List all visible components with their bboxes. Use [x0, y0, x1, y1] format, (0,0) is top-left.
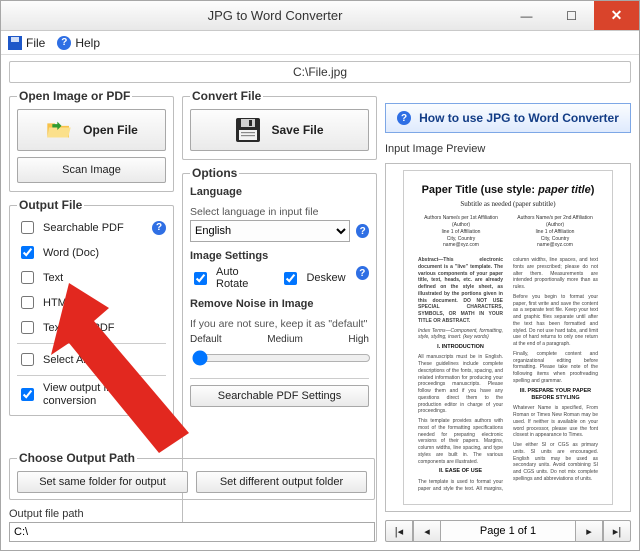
- deskew-option[interactable]: Deskew: [280, 266, 345, 290]
- output-text-checkbox[interactable]: [21, 271, 34, 284]
- help-icon: ?: [57, 36, 71, 50]
- set-same-folder-button[interactable]: Set same folder for output: [17, 471, 188, 493]
- open-image-legend: Open Image or PDF: [17, 89, 132, 103]
- options-legend: Options: [190, 166, 239, 180]
- how-to-use-button[interactable]: ? How to use JPG to Word Converter: [385, 103, 631, 133]
- menu-help-label: Help: [75, 36, 100, 50]
- set-different-folder-button[interactable]: Set different output folder: [196, 471, 367, 493]
- client-area: C:\File.jpg Open Image or PDF Open File …: [1, 55, 639, 550]
- searchable-pdf-settings-button[interactable]: Searchable PDF Settings: [190, 385, 369, 407]
- window-title: JPG to Word Converter: [46, 8, 504, 23]
- output-searchable-pdf-checkbox[interactable]: [21, 221, 34, 234]
- preview-caption: Input Image Preview: [385, 143, 631, 155]
- open-file-label: Open File: [83, 123, 138, 137]
- window-controls: — ☐ ✕: [504, 1, 639, 30]
- output-item-label: Searchable PDF: [43, 222, 124, 234]
- minimize-button[interactable]: —: [504, 1, 549, 30]
- open-image-group: Open Image or PDF Open File Scan Image: [9, 89, 174, 192]
- preview-frame: Paper Title (use style: paper title) Sub…: [385, 163, 631, 512]
- preview-title: Paper Title (use style: paper title): [418, 183, 598, 198]
- help-icon[interactable]: ?: [356, 224, 369, 238]
- output-searchable-pdf[interactable]: Searchable PDF ?: [17, 218, 166, 237]
- view-output-after-label: View output files after conversion: [43, 382, 166, 407]
- scan-image-button[interactable]: Scan Image: [17, 157, 166, 183]
- close-button[interactable]: ✕: [594, 1, 639, 30]
- menu-help[interactable]: ? Help: [57, 36, 100, 50]
- menu-file[interactable]: File: [8, 36, 45, 50]
- noise-level-medium: Medium: [267, 334, 303, 345]
- help-icon: ?: [397, 111, 411, 125]
- output-html[interactable]: HTML: [17, 293, 166, 312]
- bottom-section: Choose Output Path Set same folder for o…: [9, 451, 375, 542]
- app-window: JPG to Word Converter — ☐ ✕ File ? Help …: [0, 0, 640, 551]
- nav-last-button[interactable]: ▸|: [603, 520, 631, 542]
- output-text-only-pdf-checkbox[interactable]: [21, 321, 34, 334]
- view-output-after-checkbox[interactable]: [21, 388, 34, 401]
- output-text-only-pdf[interactable]: Text-Only PDF: [17, 318, 166, 337]
- language-label: Language: [190, 186, 369, 198]
- output-select-all[interactable]: Select All: [17, 350, 166, 369]
- menu-bar: File ? Help: [1, 31, 639, 55]
- output-item-label: Text: [43, 272, 63, 284]
- nav-page-indicator: Page 1 of 1: [441, 520, 575, 542]
- output-word-doc[interactable]: Word (Doc): [17, 243, 166, 262]
- output-item-label: HTML: [43, 297, 73, 309]
- floppy-disk-icon: [235, 117, 261, 143]
- convert-file-group: Convert File Save File: [182, 89, 377, 160]
- auto-rotate-option[interactable]: Auto Rotate: [190, 266, 270, 290]
- open-file-button[interactable]: Open File: [17, 109, 166, 151]
- view-output-after[interactable]: View output files after conversion: [17, 382, 166, 407]
- auto-rotate-label: Auto Rotate: [216, 266, 270, 290]
- deskew-checkbox[interactable]: [284, 272, 297, 285]
- nav-first-button[interactable]: |◂: [385, 520, 413, 542]
- output-file-group: Output File Searchable PDF ? Word (Doc) …: [9, 198, 174, 416]
- nav-next-button[interactable]: ▸: [575, 520, 603, 542]
- scan-image-label: Scan Image: [62, 164, 121, 176]
- title-bar: JPG to Word Converter — ☐ ✕: [1, 1, 639, 31]
- menu-file-label: File: [26, 36, 45, 50]
- preview-subtitle: Subtitle as needed (paper subtitle): [418, 200, 598, 209]
- convert-file-legend: Convert File: [190, 89, 263, 103]
- output-html-checkbox[interactable]: [21, 296, 34, 309]
- output-text[interactable]: Text: [17, 268, 166, 287]
- save-file-button[interactable]: Save File: [190, 109, 369, 151]
- noise-level-high: High: [348, 334, 369, 345]
- preview-document: Paper Title (use style: paper title) Sub…: [403, 170, 613, 505]
- output-file-legend: Output File: [17, 198, 84, 212]
- language-sublabel: Select language in input file: [190, 206, 318, 218]
- output-word-doc-checkbox[interactable]: [21, 246, 34, 259]
- output-select-all-label: Select All: [43, 354, 88, 366]
- save-file-label: Save File: [271, 123, 323, 137]
- output-item-label: Text-Only PDF: [43, 322, 115, 334]
- how-to-use-label: How to use JPG to Word Converter: [419, 111, 619, 125]
- noise-label: Remove Noise in Image: [190, 298, 369, 310]
- help-icon[interactable]: ?: [356, 266, 369, 280]
- noise-slider[interactable]: [192, 349, 371, 367]
- choose-output-path-group: Choose Output Path Set same folder for o…: [9, 451, 375, 500]
- nav-prev-button[interactable]: ◂: [413, 520, 441, 542]
- help-icon[interactable]: ?: [152, 221, 166, 235]
- current-file-path: C:\File.jpg: [9, 61, 631, 83]
- output-select-all-checkbox[interactable]: [21, 353, 34, 366]
- output-file-path-input[interactable]: [9, 522, 375, 542]
- save-icon: [8, 36, 22, 50]
- image-settings-label: Image Settings: [190, 250, 369, 262]
- maximize-button[interactable]: ☐: [549, 1, 594, 30]
- noise-level-default: Default: [190, 334, 222, 345]
- output-file-path-label: Output file path: [9, 508, 84, 520]
- preview-nav: |◂ ◂ Page 1 of 1 ▸ ▸|: [385, 520, 631, 542]
- language-select[interactable]: English: [190, 220, 350, 242]
- noise-sublabel: If you are not sure, keep it as "default…: [190, 318, 367, 330]
- output-item-label: Word (Doc): [43, 247, 99, 259]
- deskew-label: Deskew: [306, 272, 345, 284]
- folder-open-icon: [45, 120, 73, 140]
- choose-output-path-legend: Choose Output Path: [17, 451, 137, 465]
- auto-rotate-checkbox[interactable]: [194, 272, 207, 285]
